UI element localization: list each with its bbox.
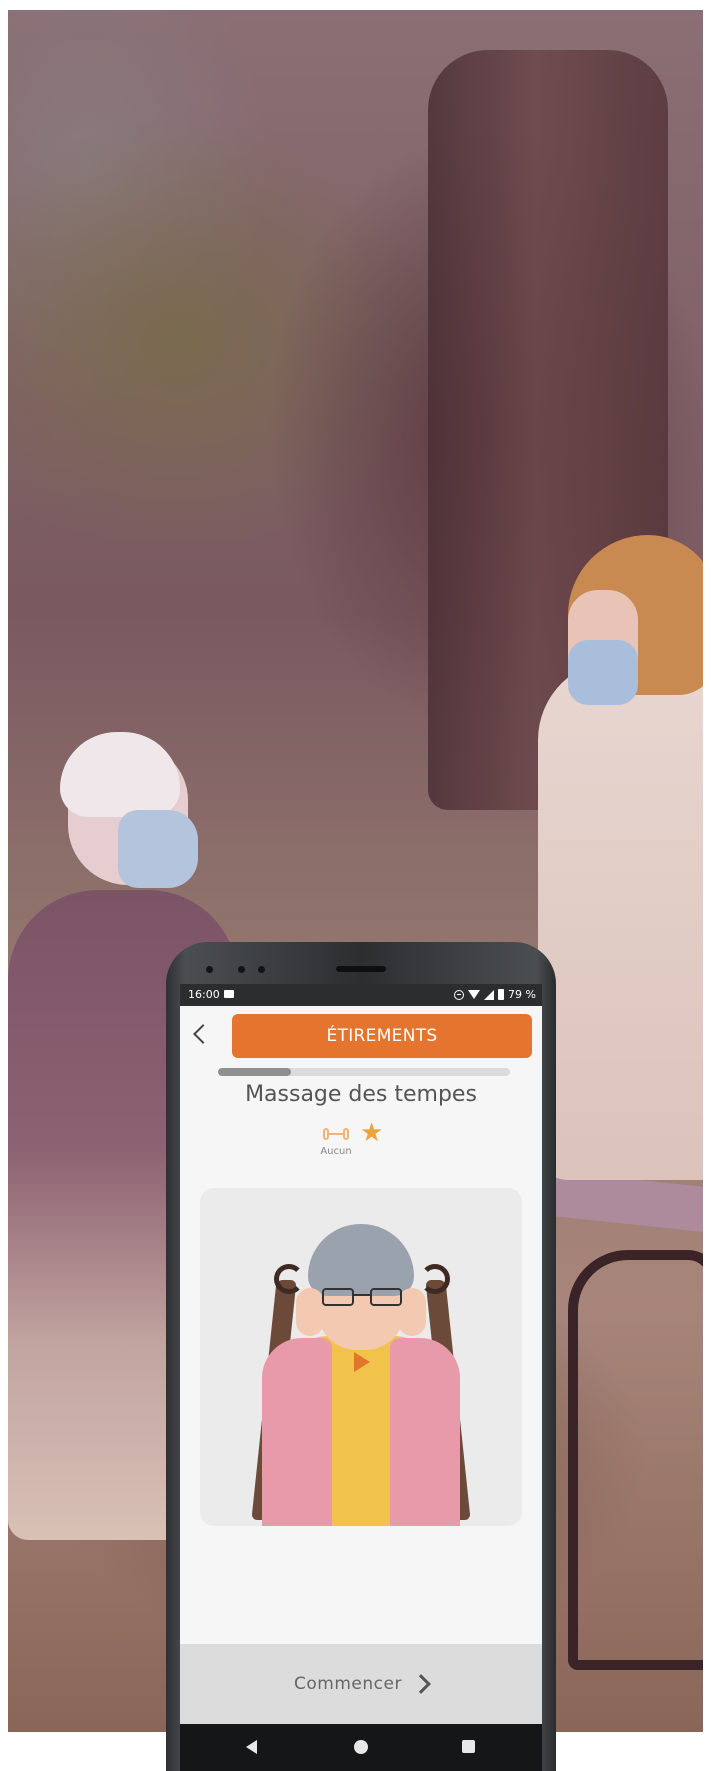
earpiece-speaker	[336, 966, 386, 972]
signal-icon	[484, 989, 495, 1000]
nav-home-icon[interactable]	[354, 1740, 368, 1754]
seated-woman-hair	[60, 732, 180, 817]
wifi-icon	[468, 990, 481, 999]
start-button[interactable]: Commencer	[180, 1644, 542, 1724]
back-button[interactable]	[186, 1016, 214, 1052]
play-icon	[354, 1352, 370, 1372]
sensor-dot	[206, 966, 213, 973]
category-title-text: ÉTIREMENTS	[326, 1026, 438, 1046]
front-camera	[238, 966, 245, 973]
status-icons: 79 %	[454, 988, 536, 1001]
android-nav-bar	[180, 1724, 542, 1771]
dumbbell-icon	[323, 1128, 349, 1140]
phone-frame: 16:00 79 % ÉTIREMENTS Massage des tempes	[166, 942, 556, 1771]
character-cardigan-left	[262, 1338, 332, 1526]
chevron-right-icon	[411, 1674, 431, 1694]
phone-screen: 16:00 79 % ÉTIREMENTS Massage des tempes	[180, 984, 542, 1771]
image-notification-icon	[224, 990, 234, 998]
exercise-title: Massage des tempes	[245, 1082, 477, 1107]
battery-icon	[498, 989, 505, 1000]
bench-ironwork	[568, 1250, 703, 1670]
progress-fill	[218, 1068, 291, 1076]
chair-swirl-right	[420, 1264, 450, 1294]
battery-percent: 79 %	[508, 988, 536, 1001]
chair-swirl-left	[274, 1264, 304, 1294]
sensor-dot	[258, 966, 265, 973]
character-cardigan-right	[390, 1338, 460, 1526]
star-icon: ★	[360, 1118, 384, 1148]
chevron-left-icon	[193, 1024, 213, 1044]
start-label: Commencer	[294, 1674, 402, 1694]
character-glasses	[322, 1288, 402, 1306]
exercise-video[interactable]	[200, 1188, 522, 1526]
exercise-meta: Aucun ★	[180, 1118, 542, 1166]
status-time: 16:00	[188, 988, 220, 1001]
nav-back-icon[interactable]	[246, 1740, 257, 1754]
do-not-disturb-icon	[454, 989, 465, 1000]
character-hair	[308, 1224, 414, 1296]
equipment-label: Aucun	[320, 1146, 352, 1157]
seated-woman-mask	[118, 810, 198, 888]
status-bar: 16:00 79 %	[180, 984, 542, 1006]
character-hand-left	[296, 1288, 324, 1336]
nav-recents-icon[interactable]	[462, 1740, 475, 1753]
standing-woman-body	[538, 660, 703, 1180]
category-title: ÉTIREMENTS	[232, 1014, 532, 1058]
bench-seat	[551, 1171, 703, 1234]
standing-woman-mask	[568, 640, 638, 705]
character-hand-right	[398, 1288, 426, 1336]
progress-bar	[218, 1068, 510, 1076]
play-button[interactable]	[348, 1348, 376, 1376]
